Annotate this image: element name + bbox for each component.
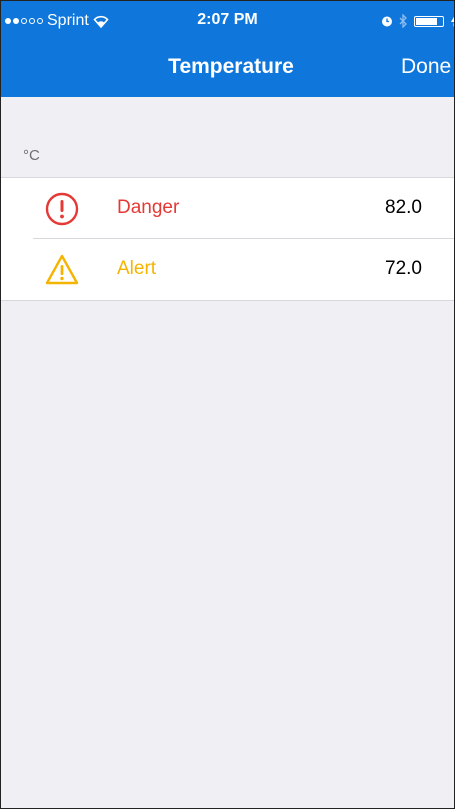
threshold-row-danger[interactable]: Danger 82.0 <box>1 178 454 239</box>
threshold-row-alert[interactable]: Alert 72.0 <box>1 238 454 300</box>
header: Sprint 2:07 PM Temperature Done <box>1 1 454 97</box>
threshold-value: 72.0 <box>385 258 422 279</box>
threshold-label: Danger <box>117 197 180 218</box>
bluetooth-icon <box>399 14 407 28</box>
danger-icon <box>45 192 79 226</box>
charging-icon <box>451 16 454 27</box>
alarm-icon <box>382 16 392 27</box>
unit-section-header: °C <box>23 147 40 164</box>
threshold-label: Alert <box>117 258 157 279</box>
battery-level <box>416 17 437 25</box>
threshold-list: Danger 82.0 Alert 72.0 <box>1 177 454 301</box>
threshold-value: 82.0 <box>385 197 422 218</box>
status-bar-right <box>381 11 454 31</box>
status-bar: Sprint 2:07 PM <box>1 1 454 41</box>
navigation-bar: Temperature Done <box>1 41 454 97</box>
screen: Sprint 2:07 PM Temperature Done °C Dange… <box>0 0 455 809</box>
done-button[interactable]: Done <box>401 55 451 79</box>
page-title: Temperature <box>168 55 294 78</box>
alert-icon <box>45 254 79 285</box>
battery-icon <box>414 15 444 27</box>
